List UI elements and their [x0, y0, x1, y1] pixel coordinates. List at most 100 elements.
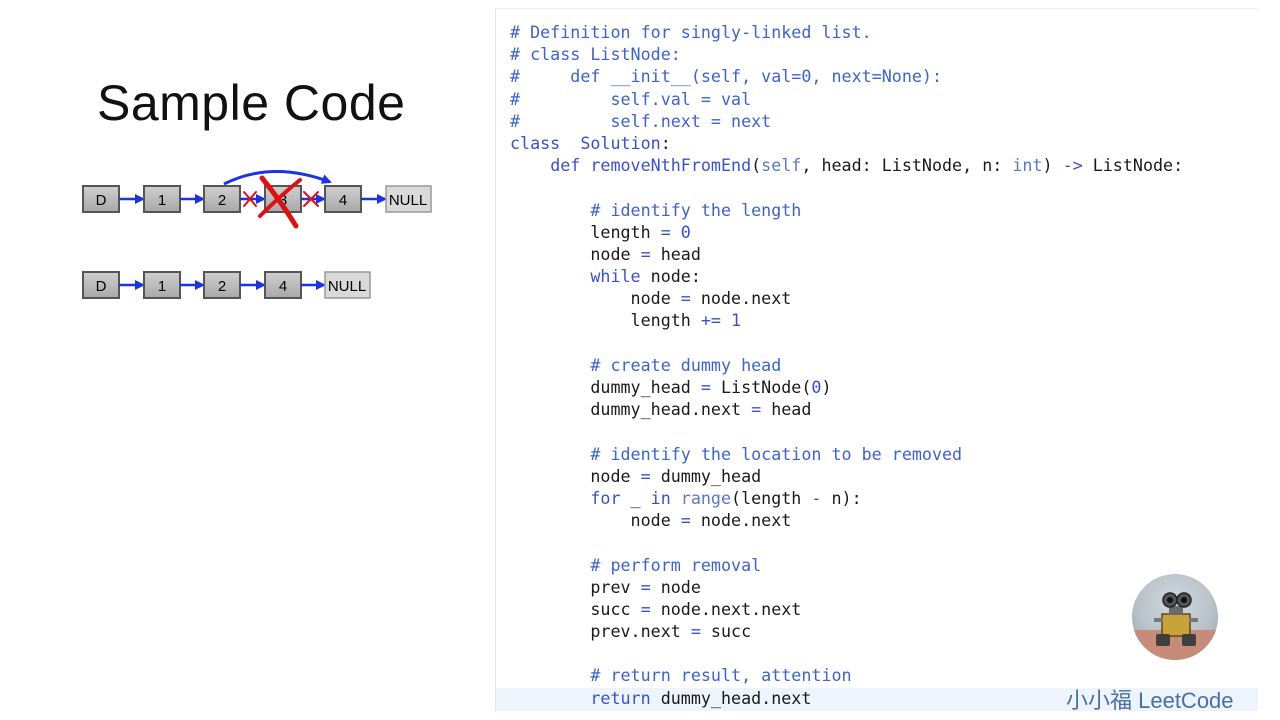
- code-token: n):: [821, 487, 862, 508]
- code-token: node.next: [690, 288, 792, 309]
- code-token: (: [751, 155, 762, 176]
- code-line: # self.next = next: [510, 110, 1183, 132]
- code-line: # create dummy head: [510, 354, 1183, 376]
- code-token: ListNode:: [1082, 155, 1184, 176]
- code-token: # identify the location to be removed: [590, 443, 963, 464]
- code-token: ListNode(: [710, 377, 812, 397]
- code-line: length += 1: [510, 309, 1183, 331]
- code-line: # self.val = val: [510, 88, 1183, 110]
- node-d-before: D: [82, 185, 120, 213]
- code-token: range: [680, 487, 732, 508]
- node-label: 1: [158, 278, 166, 295]
- code-token: dummy_head: [510, 377, 701, 397]
- code-line: prev = node: [510, 576, 1183, 598]
- code-token: ): [821, 377, 832, 397]
- code-token: dummy_head.next: [510, 399, 752, 420]
- code-line: succ = node.next.next: [510, 598, 1183, 620]
- node-null-before: NULL: [385, 185, 432, 213]
- node-label: 2: [218, 278, 226, 295]
- node-label: 4: [339, 192, 347, 209]
- code-token: node: [510, 288, 681, 309]
- code-token: =: [640, 243, 651, 264]
- node-label: D: [96, 192, 107, 209]
- code-token: # self.next = next: [510, 110, 772, 131]
- code-token: +=: [700, 310, 721, 331]
- node-4-after: 4: [264, 271, 302, 299]
- code-line: # identify the length: [510, 199, 1183, 221]
- node-null-after: NULL: [324, 271, 371, 299]
- brand-label: 小小福 LeetCode: [1066, 688, 1234, 713]
- code-line: # def __init__(self, val=0, next=None):: [510, 65, 1183, 87]
- code-token: length: [510, 310, 701, 331]
- code-token: node.next.next: [650, 598, 802, 619]
- code-token: prev: [510, 576, 641, 597]
- code-token: dummy_head: [650, 465, 762, 486]
- code-token: node:: [640, 266, 701, 287]
- code-token: return: [590, 687, 651, 708]
- node-label: 4: [279, 278, 287, 295]
- code-token: 0: [811, 377, 822, 397]
- code-token: # class ListNode:: [510, 44, 681, 65]
- code-token: int: [1012, 155, 1043, 176]
- node-label: NULL: [389, 192, 427, 209]
- code-line: def removeNthFromEnd(self, head: ListNod…: [510, 154, 1183, 176]
- code-token: 0: [680, 221, 691, 242]
- code-token: # identify the length: [590, 199, 802, 220]
- node-label: 2: [218, 192, 226, 209]
- code-token: # return result, attention: [590, 665, 852, 686]
- code-line: node = node.next: [510, 509, 1183, 531]
- code-token: , head: ListNode, n:: [801, 155, 1013, 176]
- code-token: prev.next: [510, 621, 691, 642]
- code-token: =: [640, 576, 651, 597]
- code-token: =: [680, 288, 691, 309]
- code-token: (length: [731, 487, 812, 508]
- code-line: # Definition for singly-linked list.: [510, 21, 1183, 43]
- node-4-before: 4: [324, 185, 362, 213]
- code-line: # class ListNode:: [510, 43, 1183, 65]
- code-token: =: [690, 621, 701, 642]
- code-block: # Definition for singly-linked list. # cl…: [510, 21, 1183, 709]
- code-token: removeNthFromEnd: [590, 155, 752, 176]
- code-line: node = node.next: [510, 287, 1183, 309]
- code-token: _: [620, 487, 651, 508]
- code-line: for _ in range(length - n):: [510, 487, 1183, 509]
- code-token: node: [510, 243, 641, 264]
- code-line: prev.next = succ: [510, 620, 1183, 642]
- code-line: node = head: [510, 243, 1183, 265]
- code-token: class: [510, 132, 561, 153]
- code-token: Solution: [580, 132, 661, 153]
- code-token: head: [761, 399, 812, 420]
- code-token: length: [510, 221, 661, 242]
- code-token: =: [700, 377, 711, 397]
- code-token: # def __init__(self, val=0, next=None):: [510, 66, 943, 87]
- code-token: :: [660, 132, 671, 153]
- code-token: node: [510, 510, 681, 531]
- code-token: succ: [700, 621, 752, 642]
- node-label: NULL: [328, 278, 366, 295]
- code-token: def: [550, 155, 581, 176]
- code-token: node: [510, 465, 641, 486]
- code-line: class Solution:: [510, 132, 1183, 154]
- code-token: self: [761, 155, 802, 176]
- code-token: ): [1042, 155, 1063, 176]
- node-2-after: 2: [203, 271, 241, 299]
- code-token: 1: [731, 310, 742, 331]
- code-token: =: [660, 221, 671, 242]
- node-label: 1: [158, 192, 166, 209]
- code-token: in: [650, 487, 671, 508]
- node-2-before: 2: [203, 185, 241, 213]
- code-line: length = 0: [510, 221, 1183, 243]
- code-token: =: [751, 399, 762, 420]
- code-token: node: [650, 576, 701, 597]
